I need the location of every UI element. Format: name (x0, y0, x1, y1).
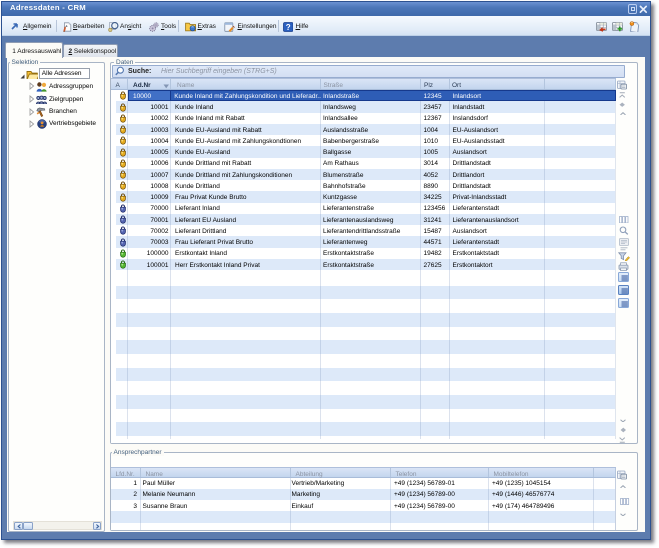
svg-text:?: ? (285, 22, 290, 31)
